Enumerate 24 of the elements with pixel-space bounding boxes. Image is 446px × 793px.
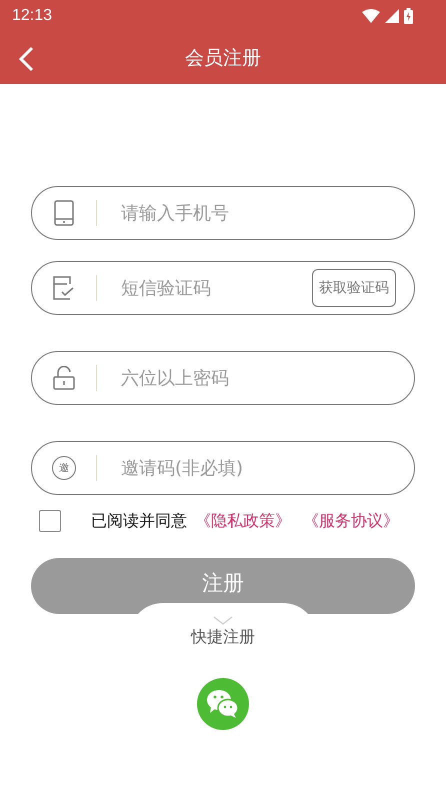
- checkbox[interactable]: [39, 510, 61, 532]
- wechat-button[interactable]: [197, 678, 249, 730]
- invite-badge: 邀: [52, 456, 76, 480]
- battery-icon: [404, 8, 413, 24]
- text-input[interactable]: 六位以上密码: [119, 366, 414, 390]
- agreement-link[interactable]: 《服务协议》: [303, 510, 399, 532]
- text-input[interactable]: 邀请码(非必填): [119, 456, 414, 480]
- input-field[interactable]: 邀 邀请码(非必填): [31, 441, 415, 495]
- input-field[interactable]: 六位以上密码: [31, 351, 415, 405]
- agreement-text: 已阅读并同意: [91, 510, 187, 532]
- input-field[interactable]: 请输入手机号: [31, 186, 415, 240]
- lock-icon: [53, 366, 75, 390]
- input-field[interactable]: 短信验证码 获取验证码: [31, 261, 415, 315]
- get-code-button[interactable]: 获取验证码: [312, 269, 396, 307]
- agreement-link[interactable]: 《隐私政策》: [195, 510, 291, 532]
- status-time: 12:13: [12, 7, 52, 25]
- page-title: 会员注册: [185, 46, 261, 71]
- text-input[interactable]: 请输入手机号: [119, 202, 414, 224]
- signal-icon: [385, 9, 399, 23]
- wifi-icon: [362, 9, 380, 23]
- text-input[interactable]: 短信验证码: [119, 276, 312, 300]
- phone-icon: [54, 200, 74, 226]
- quick-register-label: 快捷注册: [191, 627, 255, 648]
- checklist-icon: [53, 276, 75, 300]
